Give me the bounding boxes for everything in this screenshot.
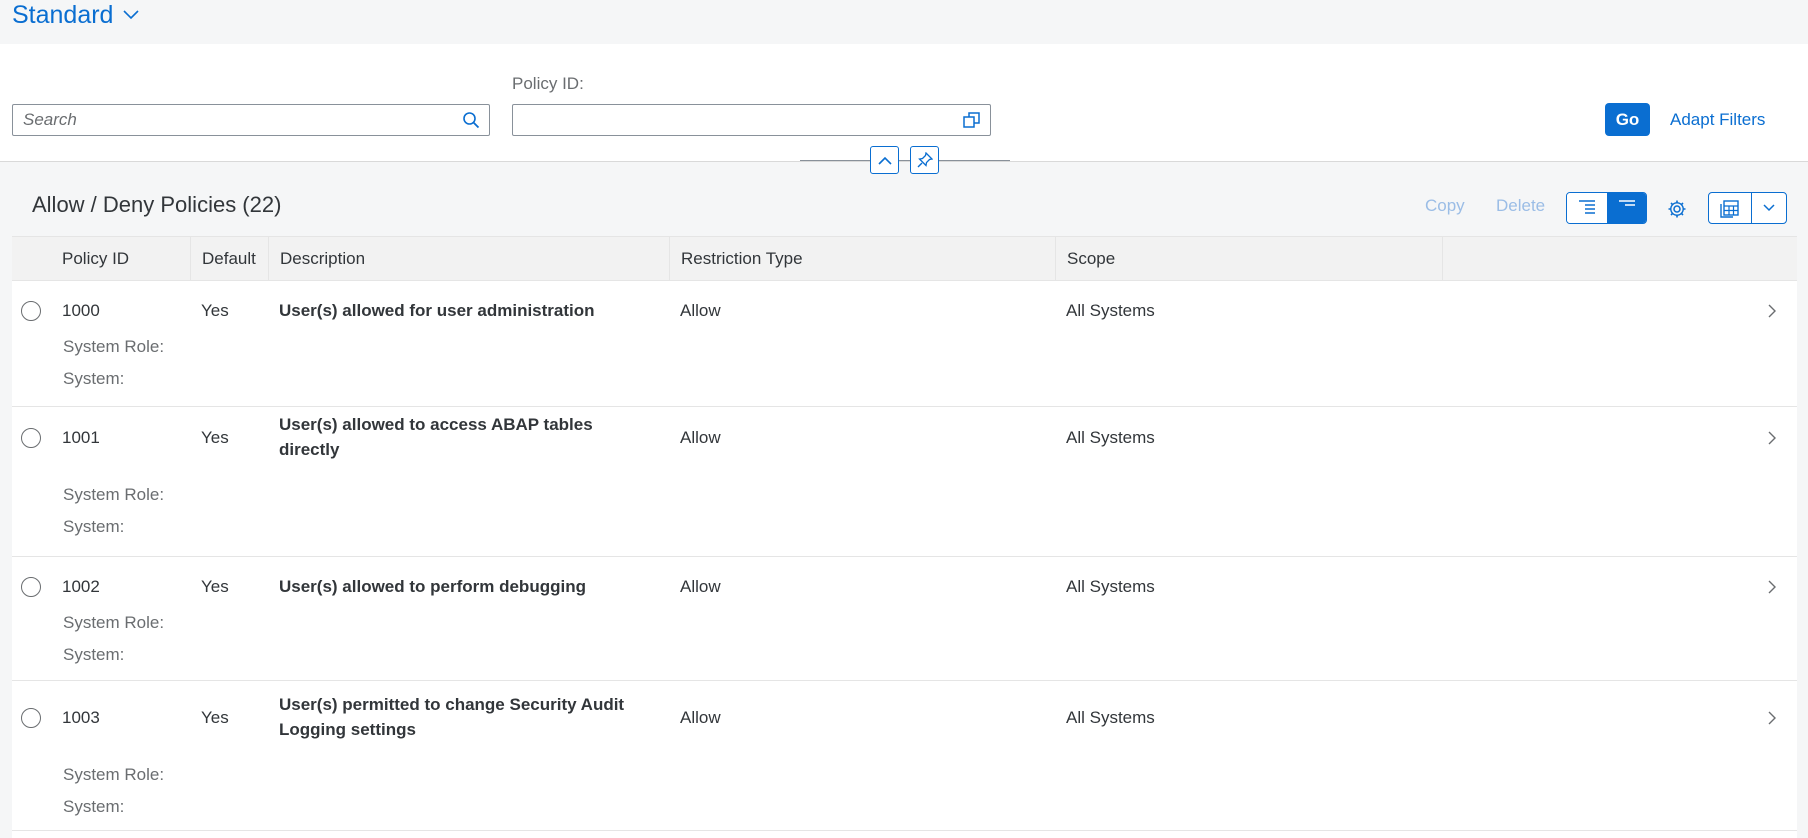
scope-cell: All Systems (1066, 428, 1155, 447)
column-header-default[interactable]: Default (191, 237, 269, 280)
system-label: System: (63, 517, 125, 536)
description-line: Logging settings (279, 720, 416, 739)
scope-cell: All Systems (1066, 708, 1155, 727)
system-label: System: (63, 797, 125, 816)
delete-button[interactable]: Delete (1496, 196, 1545, 216)
value-help-icon[interactable] (954, 105, 990, 135)
column-header-scope[interactable]: Scope (1056, 237, 1443, 280)
description-cell: User(s) allowed to perform debugging (279, 574, 649, 599)
system-label: System: (63, 369, 125, 388)
row-select-radio[interactable] (21, 301, 41, 321)
chevron-right-icon[interactable] (1764, 710, 1780, 726)
header-divider (800, 160, 1010, 161)
default-cell: Yes (201, 577, 229, 596)
policy-id-label: Policy ID: (512, 74, 584, 93)
export-button[interactable] (1709, 193, 1752, 223)
policy-id-cell: 1002 (62, 577, 100, 596)
scope-cell: All Systems (1066, 577, 1155, 596)
restriction-type-cell: Allow (680, 428, 721, 447)
column-header-description[interactable]: Description (269, 237, 670, 280)
go-button[interactable]: Go (1605, 103, 1650, 136)
export-spreadsheet-icon (1719, 198, 1741, 218)
adapt-filters-button[interactable]: Adapt Filters (1670, 103, 1765, 136)
table-row[interactable]: 1002 Yes User(s) allowed to perform debu… (12, 557, 1797, 681)
description-line: User(s) allowed for user administration (279, 301, 595, 320)
chevron-right-icon[interactable] (1764, 579, 1780, 595)
table-header: Policy ID Default Description Restrictio… (12, 236, 1797, 281)
table-title: Allow / Deny Policies (22) (32, 192, 282, 217)
table-row[interactable]: 1000 Yes User(s) allowed for user admini… (12, 281, 1797, 407)
description-line: User(s) permitted to change Security Aud… (279, 695, 625, 714)
system-label: System: (63, 645, 125, 664)
description-line: directly (279, 440, 340, 459)
description-cell: User(s) allowed to access ABAP tables di… (279, 412, 649, 462)
system-role-label: System Role: (63, 485, 165, 504)
description-line: User(s) allowed to perform debugging (279, 577, 586, 596)
pin-header-button[interactable] (910, 146, 939, 174)
export-dropdown-button[interactable] (1752, 193, 1786, 223)
pin-icon (917, 152, 933, 168)
gear-icon (1667, 199, 1687, 219)
policy-id-cell: 1001 (62, 428, 100, 447)
search-icon[interactable] (453, 105, 489, 135)
chevron-right-icon[interactable] (1764, 303, 1780, 319)
chevron-up-icon (877, 156, 892, 165)
table-row[interactable]: 1001 Yes User(s) allowed to access ABAP … (12, 407, 1797, 557)
policy-id-field[interactable] (512, 104, 991, 136)
hide-details-icon (1617, 199, 1637, 217)
restriction-type-cell: Allow (680, 577, 721, 596)
show-details-toggle[interactable] (1567, 193, 1608, 223)
default-cell: Yes (201, 708, 229, 727)
row-select-radio[interactable] (21, 577, 41, 597)
scope-cell: All Systems (1066, 301, 1155, 320)
description-cell: User(s) allowed for user administration (279, 298, 649, 323)
default-cell: Yes (201, 301, 229, 320)
row-select-radio[interactable] (21, 708, 41, 728)
view-toggle[interactable] (1566, 192, 1647, 224)
hide-details-toggle[interactable] (1608, 193, 1646, 223)
column-header-policy-id[interactable]: Policy ID (51, 237, 191, 280)
chevron-down-icon (123, 10, 140, 20)
table-row[interactable]: 1003 Yes User(s) permitted to change Sec… (12, 681, 1797, 831)
search-field[interactable] (12, 104, 490, 136)
row-select-radio[interactable] (21, 428, 41, 448)
variant-header: Standard (0, 0, 1808, 44)
collapse-header-button[interactable] (870, 146, 899, 174)
description-cell: User(s) permitted to change Security Aud… (279, 692, 649, 742)
policy-id-cell: 1000 (62, 301, 100, 320)
system-role-label: System Role: (63, 613, 165, 632)
system-role-label: System Role: (63, 765, 165, 784)
show-details-icon (1577, 199, 1597, 217)
variant-selector[interactable]: Standard (12, 0, 140, 30)
variant-label: Standard (12, 0, 114, 29)
policies-table: Policy ID Default Description Restrictio… (12, 236, 1797, 838)
restriction-type-cell: Allow (680, 708, 721, 727)
description-line: User(s) allowed to access ABAP tables (279, 415, 593, 434)
table-settings-button[interactable] (1662, 195, 1692, 223)
chevron-right-icon[interactable] (1764, 430, 1780, 446)
policy-id-input[interactable] (513, 105, 954, 135)
column-header-restriction-type[interactable]: Restriction Type (670, 237, 1056, 280)
copy-button[interactable]: Copy (1425, 196, 1465, 216)
filter-bar: Policy ID: Go Adapt Filters (0, 44, 1808, 162)
policy-id-cell: 1003 (62, 708, 100, 727)
chevron-down-icon (1763, 204, 1775, 212)
restriction-type-cell: Allow (680, 301, 721, 320)
export-menu-button[interactable] (1708, 192, 1787, 224)
default-cell: Yes (201, 428, 229, 447)
system-role-label: System Role: (63, 337, 165, 356)
search-input[interactable] (13, 105, 453, 135)
